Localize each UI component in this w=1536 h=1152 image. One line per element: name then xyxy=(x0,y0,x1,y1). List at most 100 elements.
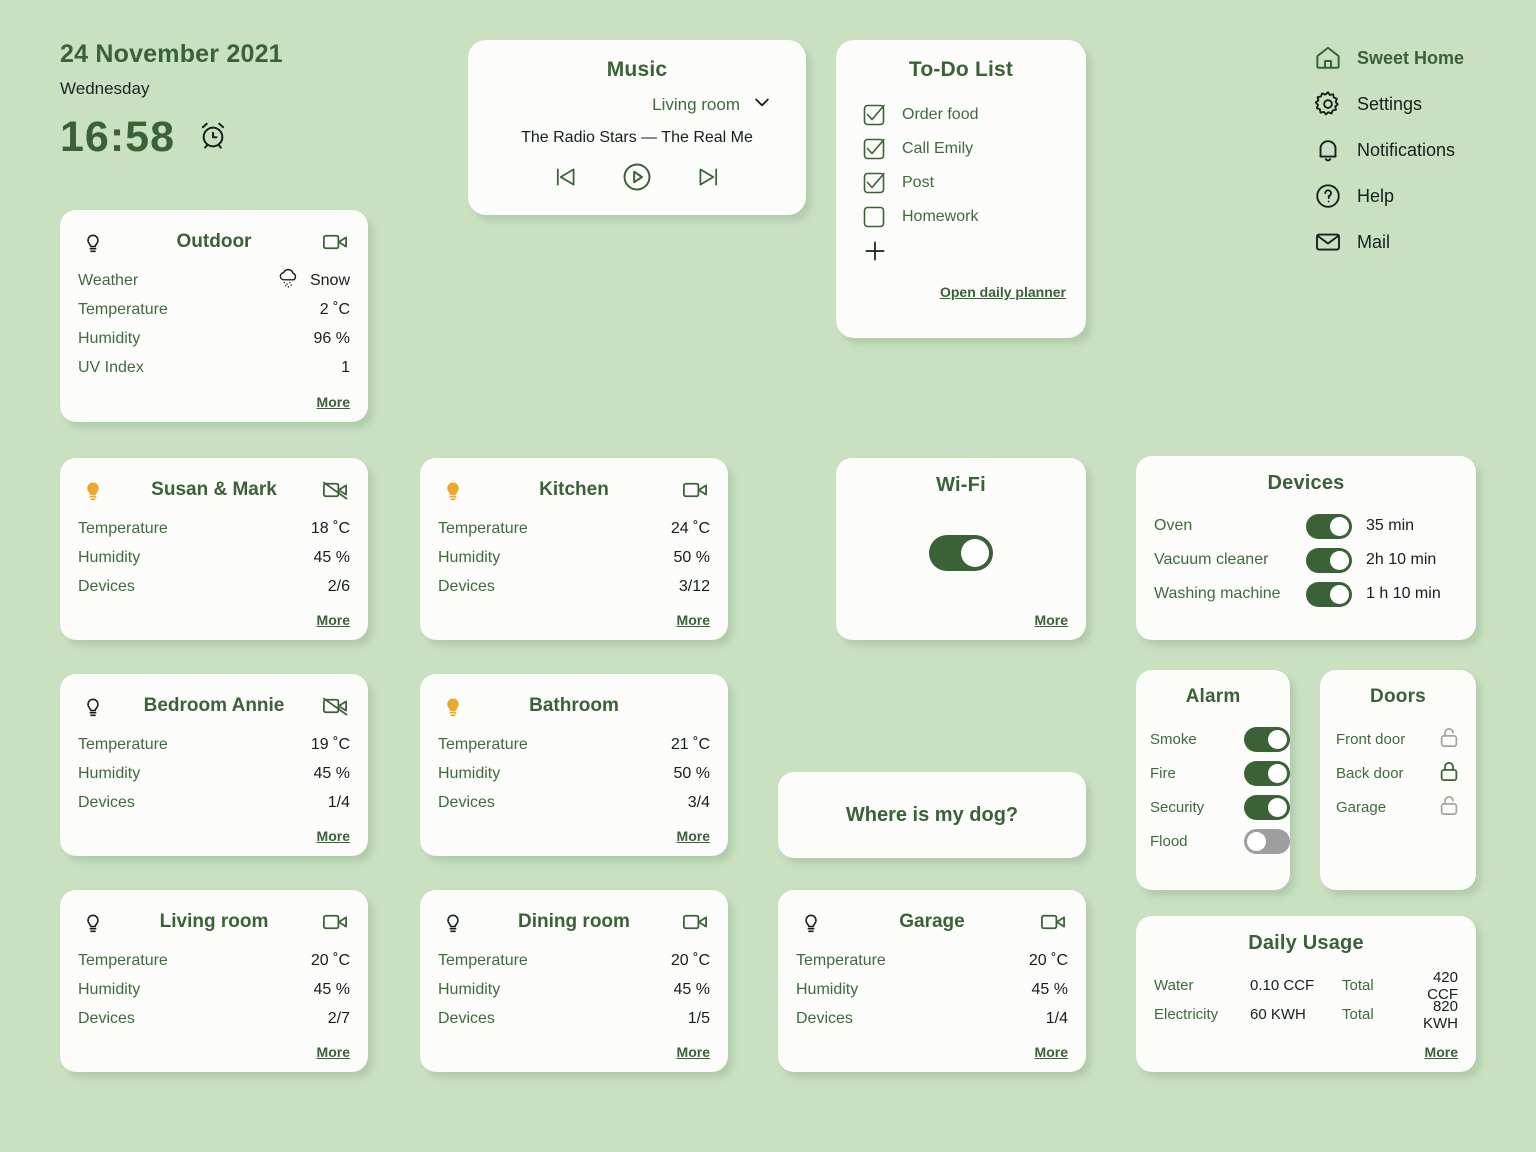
row-key: Humidity xyxy=(78,329,141,347)
room-card-living-room: Living room Temperature 20 ˚C Humidity 4… xyxy=(60,890,368,1072)
camera-off-icon[interactable] xyxy=(320,475,350,505)
wifi-toggle[interactable] xyxy=(929,535,993,571)
current-time: 16:58 xyxy=(60,113,175,161)
more-link[interactable]: More xyxy=(1425,1044,1458,1060)
play-circle-icon[interactable] xyxy=(620,160,654,199)
more-link[interactable]: More xyxy=(317,394,350,410)
more-link[interactable]: More xyxy=(677,1044,710,1060)
question-mark-icon xyxy=(1313,181,1343,211)
camera-off-icon[interactable] xyxy=(320,691,350,721)
row-value: 2 ˚C xyxy=(319,300,350,318)
camera-on-icon[interactable] xyxy=(1038,907,1068,937)
device-toggle[interactable] xyxy=(1306,581,1352,607)
lightbulb-off-icon[interactable] xyxy=(78,691,108,721)
checkbox-checked-icon xyxy=(862,103,886,127)
data-row: Devices 1/4 xyxy=(796,1004,1068,1033)
camera-on-icon[interactable] xyxy=(320,227,350,257)
nav-label: Help xyxy=(1357,185,1395,206)
checkbox-unchecked-icon xyxy=(862,205,886,229)
usage-total-label: Total xyxy=(1342,977,1374,994)
more-link[interactable]: More xyxy=(317,1044,350,1060)
camera-on-icon[interactable] xyxy=(320,907,350,937)
lightbulb-off-icon[interactable] xyxy=(438,907,468,937)
card-header: Outdoor xyxy=(60,210,368,258)
row-value: 3/4 xyxy=(687,793,710,811)
lightbulb-off-icon[interactable] xyxy=(78,227,108,257)
data-row: Devices 2/6 xyxy=(78,572,350,601)
nav-item-notifications[interactable]: Notifications xyxy=(1313,132,1464,168)
padlock-open-icon[interactable] xyxy=(1436,724,1462,754)
device-toggle[interactable] xyxy=(1306,513,1352,539)
row-value: 3/12 xyxy=(678,577,710,595)
data-row: Devices 1/5 xyxy=(438,1004,710,1033)
nav-item-settings[interactable]: Settings xyxy=(1313,86,1464,122)
checkbox-checked-icon xyxy=(862,171,886,195)
data-row: Temperature 20 ˚C xyxy=(78,946,350,975)
usage-row: Water 0.10 CCF Total 420 CCF xyxy=(1154,969,1458,1003)
skip-previous-icon[interactable] xyxy=(552,163,580,196)
alarm-toggle[interactable] xyxy=(1244,726,1290,752)
device-toggle[interactable] xyxy=(1306,547,1352,573)
row-key: Devices xyxy=(438,1009,495,1027)
padlock-closed-icon[interactable] xyxy=(1436,758,1462,788)
devices-title: Devices xyxy=(1267,472,1345,494)
card-header: Kitchen xyxy=(420,458,728,506)
lightbulb-on-icon[interactable] xyxy=(78,475,108,505)
clock-row: 16:58 xyxy=(60,113,283,162)
more-link[interactable]: More xyxy=(677,828,710,844)
find-dog-card[interactable]: Where is my dog? xyxy=(778,772,1086,858)
alarm-toggle[interactable] xyxy=(1244,828,1290,854)
music-room-selector[interactable]: Living room xyxy=(468,82,806,117)
lightbulb-off-icon[interactable] xyxy=(796,907,826,937)
alarm-clock-icon[interactable] xyxy=(197,119,229,156)
todo-item-label: Order food xyxy=(902,106,979,123)
row-key: Humidity xyxy=(438,548,501,566)
card-title: Susan & Mark xyxy=(151,479,277,500)
devices-rows: Oven 35 min Vacuum cleaner 2h 10 min Was… xyxy=(1136,495,1476,611)
nav-label: Mail xyxy=(1357,231,1391,252)
row-value: 20 ˚C xyxy=(1028,951,1068,969)
music-room-label: Living room xyxy=(652,94,740,114)
todo-item[interactable]: Post xyxy=(862,166,1086,200)
wifi-card: Wi-Fi More xyxy=(836,458,1086,640)
todo-item[interactable]: Call Emily xyxy=(862,132,1086,166)
alarm-title: Alarm xyxy=(1185,686,1241,707)
nav-item-mail[interactable]: Mail xyxy=(1313,224,1464,260)
camera-on-icon[interactable] xyxy=(680,907,710,937)
lightbulb-on-icon[interactable] xyxy=(438,475,468,505)
row-key: Temperature xyxy=(438,735,528,753)
data-row: Temperature 20 ˚C xyxy=(796,946,1068,975)
camera-slot-empty xyxy=(680,691,710,721)
row-key: Devices xyxy=(78,577,135,595)
row-value: 50 % xyxy=(673,764,710,782)
data-row: Temperature 24 ˚C xyxy=(438,514,710,543)
padlock-open-icon[interactable] xyxy=(1436,792,1462,822)
more-link[interactable]: More xyxy=(677,612,710,628)
nav-item-sweet-home[interactable]: Sweet Home xyxy=(1313,40,1464,76)
device-row: Oven 35 min xyxy=(1154,509,1456,543)
skip-next-icon[interactable] xyxy=(694,163,722,196)
data-row: Humidity 50 % xyxy=(438,543,710,572)
todo-item[interactable]: Homework xyxy=(862,200,1086,234)
door-name: Front door xyxy=(1336,730,1406,748)
lightbulb-off-icon[interactable] xyxy=(78,907,108,937)
more-link[interactable]: More xyxy=(1035,612,1068,628)
checkbox-checked-icon xyxy=(862,137,886,161)
todo-item[interactable]: Order food xyxy=(862,98,1086,132)
more-link[interactable]: More xyxy=(1035,1044,1068,1060)
alarm-toggle[interactable] xyxy=(1244,760,1290,786)
open-daily-planner-link[interactable]: Open daily planner xyxy=(940,284,1066,300)
nav-item-help[interactable]: Help xyxy=(1313,178,1464,214)
more-link[interactable]: More xyxy=(317,828,350,844)
row-key: Temperature xyxy=(78,951,168,969)
card-header: Bedroom Annie xyxy=(60,674,368,722)
data-row: Humidity 45 % xyxy=(438,975,710,1004)
alarm-toggle[interactable] xyxy=(1244,794,1290,820)
alarm-name: Flood xyxy=(1150,832,1188,850)
camera-on-icon[interactable] xyxy=(680,475,710,505)
row-key: Temperature xyxy=(78,519,168,537)
row-value: 45 % xyxy=(673,980,710,998)
more-link[interactable]: More xyxy=(317,612,350,628)
plus-icon[interactable] xyxy=(862,238,1086,269)
lightbulb-on-icon[interactable] xyxy=(438,691,468,721)
